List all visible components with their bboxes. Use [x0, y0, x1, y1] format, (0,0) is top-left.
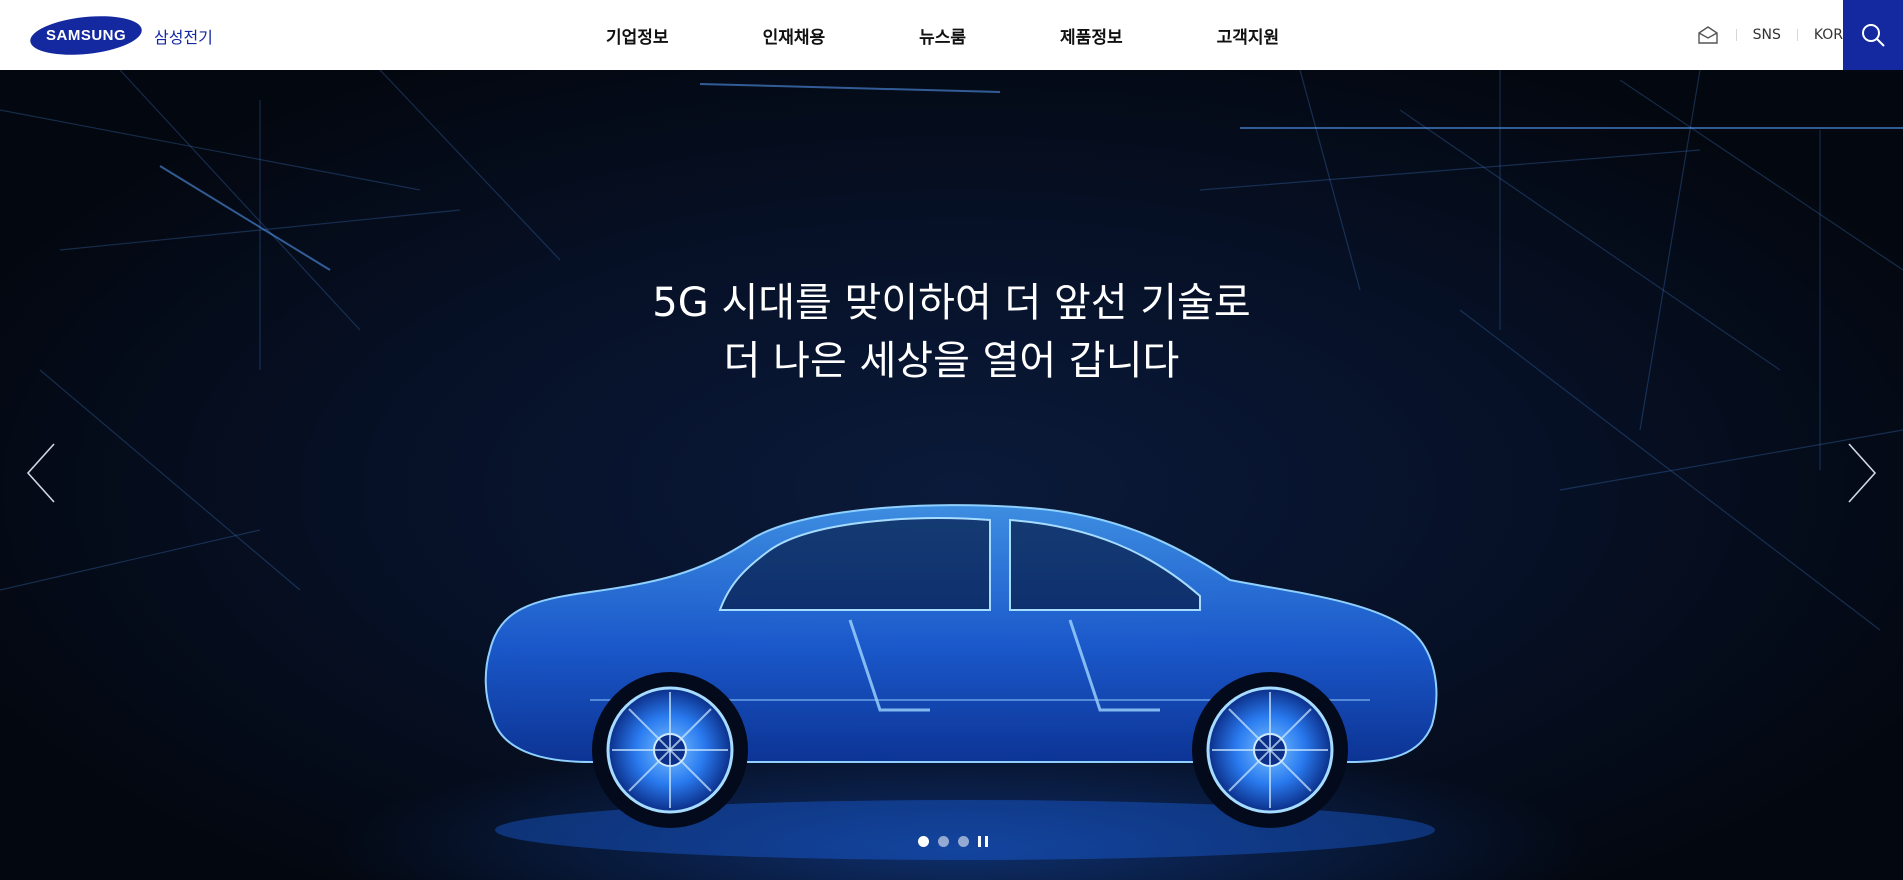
- nav-item-support[interactable]: 고객지원: [1217, 23, 1280, 48]
- nav-item-company[interactable]: 기업정보: [606, 23, 669, 48]
- pause-icon[interactable]: [978, 836, 988, 847]
- language-selector[interactable]: KOR: [1814, 27, 1843, 43]
- divider: [1735, 29, 1737, 41]
- nav-item-products[interactable]: 제품정보: [1060, 23, 1123, 48]
- site-header: SAMSUNG 삼성전기 기업정보 인재채용 뉴스룸 제품정보 고객지원 SNS…: [0, 0, 1903, 70]
- main-nav: 기업정보 인재채용 뉴스룸 제품정보 고객지원: [606, 0, 1279, 70]
- carousel-dot-2[interactable]: [938, 836, 949, 847]
- xray-car-image: [484, 504, 1438, 860]
- nav-item-newsroom[interactable]: 뉴스룸: [919, 23, 966, 48]
- logo-text: SAMSUNG: [45, 27, 127, 45]
- carousel-dot-1[interactable]: [918, 836, 929, 847]
- hero-headline: 5G 시대를 맞이하여 더 앞선 기술로 더 나은 세상을 열어 갑니다: [0, 274, 1903, 390]
- utility-menu: SNS KOR: [1696, 0, 1843, 70]
- hero-carousel: 5G 시대를 맞이하여 더 앞선 기술로 더 나은 세상을 열어 갑니다: [0, 70, 1903, 880]
- carousel-prev-button[interactable]: [24, 442, 68, 504]
- chevron-right-icon: [1848, 443, 1877, 503]
- search-icon: [1862, 24, 1885, 47]
- brand-sub-label[interactable]: 삼성전기: [154, 24, 213, 48]
- carousel-pagination: [918, 836, 988, 847]
- hero-headline-line2: 더 나은 세상을 열어 갑니다: [723, 338, 1180, 384]
- hero-headline-line1: 5G 시대를 맞이하여 더 앞선 기술로: [652, 280, 1251, 326]
- nav-item-careers[interactable]: 인재채용: [763, 23, 826, 48]
- chevron-left-icon: [26, 443, 55, 503]
- carousel-dot-3[interactable]: [958, 836, 969, 847]
- carousel-next-button[interactable]: [1835, 442, 1879, 504]
- mail-icon[interactable]: [1696, 23, 1720, 47]
- search-button[interactable]: [1843, 0, 1903, 70]
- brand[interactable]: SAMSUNG 삼성전기: [28, 11, 213, 60]
- sns-link[interactable]: SNS: [1753, 27, 1781, 43]
- samsung-logo[interactable]: SAMSUNG: [28, 11, 144, 60]
- divider: [1796, 29, 1798, 41]
